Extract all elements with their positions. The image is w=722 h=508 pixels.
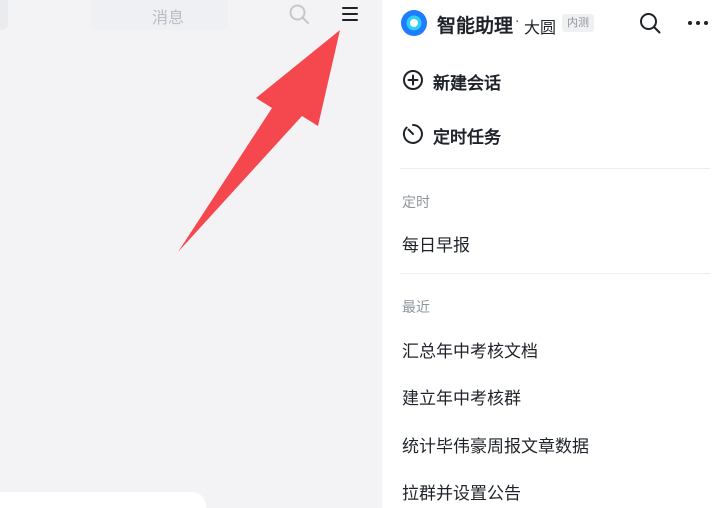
drawer-header: 智能助理 · 大圆 内测 (382, 0, 722, 46)
header-tab-ghost (0, 0, 8, 30)
new-chat-button[interactable]: 新建会话 (382, 57, 722, 103)
recent-item[interactable]: 建立年中考核群 (402, 384, 521, 409)
main-header: 消息 (0, 0, 382, 30)
recent-item[interactable]: 汇总年中考核文档 (402, 337, 538, 362)
divider (400, 168, 710, 169)
recent-item[interactable]: 拉群并设置公告 (402, 479, 521, 504)
main-screen-background: 消息 (0, 0, 382, 508)
scheduled-section-header: 定时 (402, 195, 430, 211)
recent-section-header: 最近 (402, 300, 430, 316)
divider (400, 273, 710, 274)
search-icon[interactable] (638, 11, 662, 35)
menu-hamburger-icon[interactable] (340, 4, 360, 24)
assistant-drawer: 智能助理 · 大圆 内测 新建会话 定时任务 定时 每日早报 最近 汇总年中考核… (382, 0, 722, 508)
assistant-logo-icon (401, 10, 427, 36)
app-name: 智能助理 (437, 15, 514, 37)
more-icon[interactable] (686, 11, 710, 35)
scheduled-tasks-button[interactable]: 定时任务 (382, 111, 722, 157)
scheduled-tasks-label: 定时任务 (433, 128, 501, 148)
recent-item[interactable]: 统计毕伟豪周报文章数据 (402, 432, 589, 457)
messages-title: 消息 (152, 8, 185, 27)
title-separator: · (515, 14, 520, 30)
timer-icon (402, 124, 423, 144)
search-icon[interactable] (288, 3, 310, 25)
new-chat-label: 新建会话 (433, 74, 501, 94)
org-name: 大圆 (524, 18, 557, 37)
beta-badge: 内测 (562, 14, 594, 32)
bottom-card (0, 492, 206, 508)
add-circle-icon (403, 70, 423, 90)
scheduled-item-daily-report[interactable]: 每日早报 (402, 231, 470, 256)
